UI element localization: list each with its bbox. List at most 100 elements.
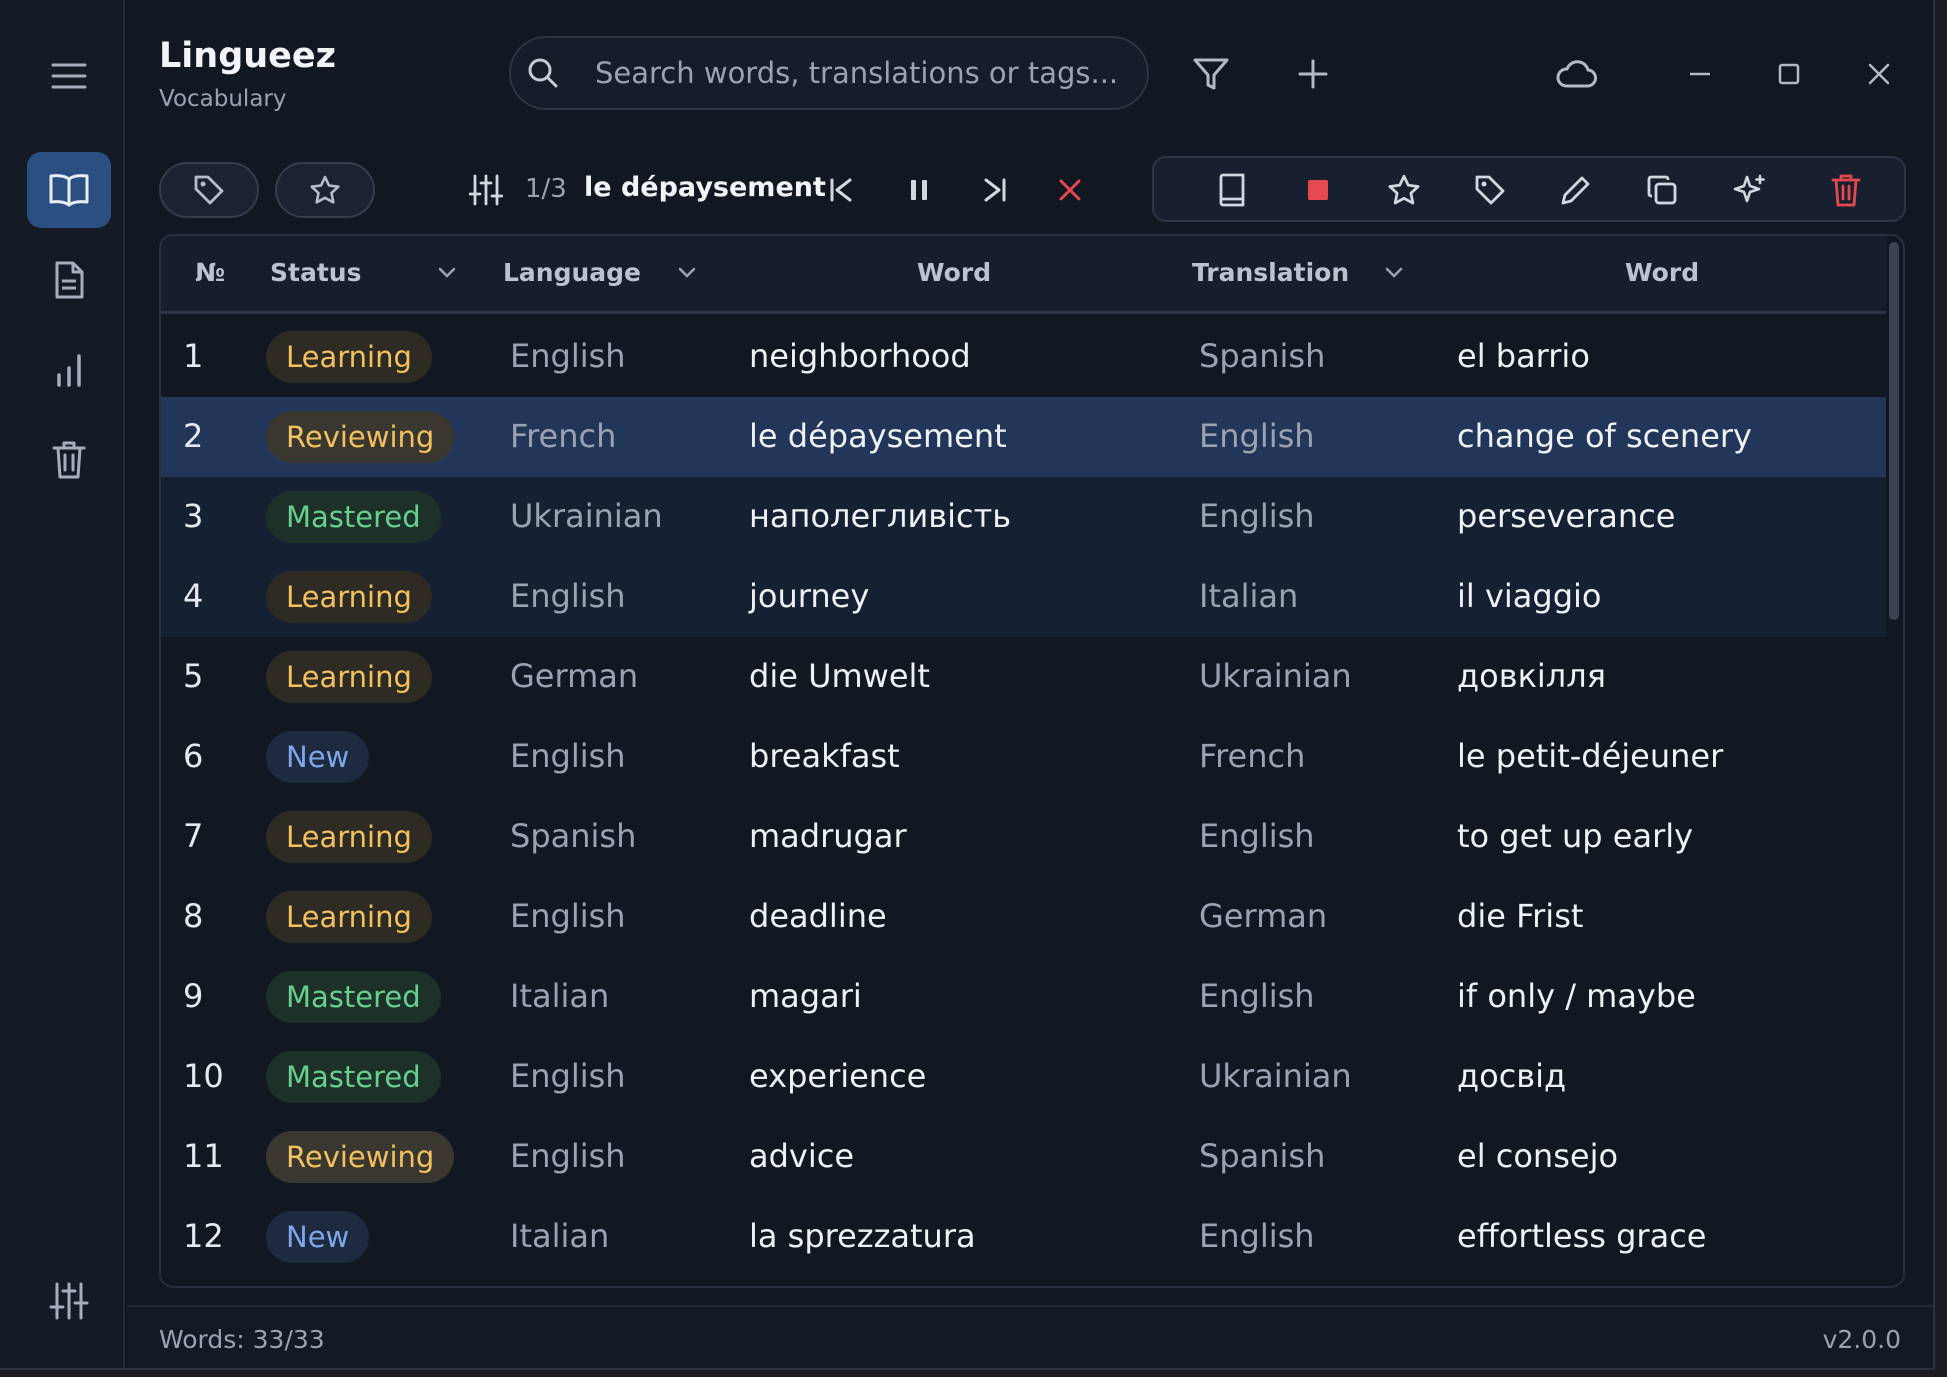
stop-icon[interactable] [1296, 168, 1340, 212]
playback-settings-icon[interactable] [464, 168, 508, 212]
table-row[interactable]: 3 Mastered Ukrainian наполегливість Engl… [161, 477, 1886, 557]
tag-icon[interactable] [1468, 168, 1512, 212]
row-language: Ukrainian [510, 497, 663, 535]
search-input[interactable] [595, 50, 1115, 96]
row-number: 5 [183, 657, 204, 695]
table-row[interactable]: 4 Learning English journey Italian il vi… [161, 557, 1886, 637]
row-number: 6 [183, 737, 204, 775]
row-translation: effortless grace [1457, 1217, 1707, 1255]
delete-icon[interactable] [1824, 168, 1868, 212]
column-header-status[interactable]: Status [270, 258, 361, 287]
pencil-icon[interactable] [1554, 168, 1598, 212]
sidebar [0, 0, 125, 1368]
column-header-translation[interactable]: Translation [1192, 258, 1349, 287]
status-badge: Learning [266, 331, 432, 383]
status-badge: New [266, 731, 370, 783]
table-row[interactable]: 7 Learning Spanish madrugar English to g… [161, 797, 1886, 877]
status-badge: Learning [266, 891, 432, 943]
tag-filter-button[interactable] [159, 162, 259, 218]
row-translation: if only / maybe [1457, 977, 1696, 1015]
row-number: 3 [183, 497, 204, 535]
row-language: Spanish [510, 817, 637, 855]
table-header: № Status Language Word Translation Word [161, 236, 1886, 314]
row-translation-language: Italian [1199, 577, 1299, 615]
row-word: die Umwelt [749, 657, 930, 695]
app-version: v2.0.0 [1822, 1325, 1901, 1354]
sidebar-item-trash[interactable] [27, 422, 111, 498]
row-language: English [510, 1057, 626, 1095]
playback-counter: 1/3 [525, 174, 567, 204]
book-icon [48, 172, 90, 208]
row-language: Italian [510, 977, 610, 1015]
row-translation: el barrio [1457, 337, 1590, 375]
row-language: English [510, 577, 626, 615]
column-header-word[interactable]: Word [917, 258, 991, 287]
search-bar[interactable] [509, 36, 1149, 110]
search-icon [527, 57, 559, 89]
row-language: English [510, 897, 626, 935]
table-row[interactable]: 5 Learning German die Umwelt Ukrainian д… [161, 637, 1886, 717]
trash-icon [52, 440, 86, 480]
row-word: наполегливість [749, 497, 1012, 535]
column-header-translation-word[interactable]: Word [1625, 258, 1699, 287]
book-icon[interactable] [1210, 168, 1254, 212]
row-number: 4 [183, 577, 204, 615]
row-translation-language: English [1199, 1217, 1315, 1255]
row-language: English [510, 1137, 626, 1175]
row-number: 2 [183, 417, 204, 455]
chevron-down-icon[interactable] [1385, 266, 1403, 278]
row-language: English [510, 737, 626, 775]
current-word: le dépaysement [584, 172, 826, 203]
status-badge: Mastered [266, 1051, 441, 1103]
star-icon[interactable] [1382, 168, 1426, 212]
stop-playback-icon[interactable] [1048, 168, 1092, 212]
close-icon[interactable] [1851, 46, 1907, 102]
table-row[interactable]: 6 New English breakfast French le petit-… [161, 717, 1886, 797]
row-word: neighborhood [749, 337, 971, 375]
sidebar-item-vocabulary[interactable] [27, 152, 111, 228]
copy-icon[interactable] [1640, 168, 1684, 212]
column-header-number[interactable]: № [195, 258, 225, 287]
app-window: Lingueez Vocabulary 1/3 le dépayseme [0, 0, 1935, 1370]
row-number: 12 [183, 1217, 224, 1255]
minimize-icon[interactable] [1672, 46, 1728, 102]
table-row[interactable]: 9 Mastered Italian magari English if onl… [161, 957, 1886, 1037]
vertical-scrollbar[interactable] [1889, 242, 1899, 620]
chevron-down-icon[interactable] [438, 266, 456, 278]
row-translation-language: English [1199, 817, 1315, 855]
table-row[interactable]: 2 Reviewing French le dépaysement Englis… [161, 397, 1886, 477]
sparkle-icon[interactable] [1728, 168, 1772, 212]
table-row[interactable]: 11 Reviewing English advice Spanish el c… [161, 1117, 1886, 1197]
row-translation-language: Spanish [1199, 1137, 1326, 1175]
row-word: le dépaysement [749, 417, 1007, 455]
previous-icon[interactable] [819, 168, 863, 212]
row-translation-language: Spanish [1199, 337, 1326, 375]
document-icon [52, 260, 86, 300]
status-badge: New [266, 1211, 370, 1263]
table-row[interactable]: 10 Mastered English experience Ukrainian… [161, 1037, 1886, 1117]
row-actions-toolbar [1152, 156, 1906, 222]
maximize-icon[interactable] [1761, 46, 1817, 102]
sliders-icon [49, 1281, 89, 1321]
hamburger-menu-icon[interactable] [41, 52, 97, 100]
table-row[interactable]: 12 New Italian la sprezzatura English ef… [161, 1197, 1886, 1277]
favorites-filter-button[interactable] [275, 162, 375, 218]
filter-icon[interactable] [1183, 46, 1239, 102]
row-word: journey [749, 577, 870, 615]
plus-icon[interactable] [1285, 46, 1341, 102]
pause-icon[interactable] [897, 168, 941, 212]
sidebar-item-documents[interactable] [27, 242, 111, 318]
table-row[interactable]: 8 Learning English deadline German die F… [161, 877, 1886, 957]
status-bar: Words: 33/33 v2.0.0 [127, 1305, 1933, 1368]
column-header-language[interactable]: Language [503, 258, 641, 287]
app-subtitle: Vocabulary [159, 86, 287, 112]
cloud-icon[interactable] [1548, 46, 1604, 102]
bar-chart-icon [54, 352, 84, 388]
settings-button[interactable] [27, 1264, 111, 1338]
next-icon[interactable] [973, 168, 1017, 212]
row-translation-language: German [1199, 897, 1328, 935]
chevron-down-icon[interactable] [678, 266, 696, 278]
sidebar-item-statistics[interactable] [27, 332, 111, 408]
row-translation: to get up early [1457, 817, 1694, 855]
table-row[interactable]: 1 Learning English neighborhood Spanish … [161, 317, 1886, 397]
